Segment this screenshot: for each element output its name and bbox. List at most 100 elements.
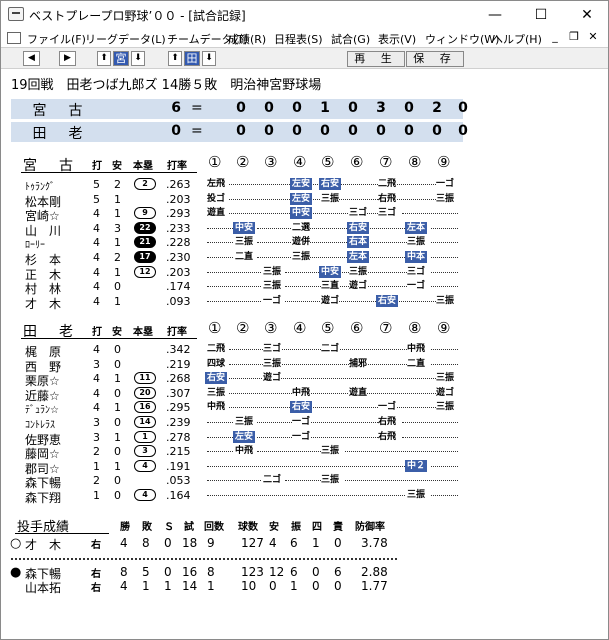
pitching-so: 1: [290, 579, 298, 593]
mdi-minimize-button[interactable]: _: [548, 30, 562, 43]
at-bats: 4: [93, 372, 100, 386]
inning-score: 0: [320, 123, 330, 139]
at-bat-result: 二飛: [378, 178, 397, 190]
inning-score: 0: [236, 100, 246, 116]
at-bat-result: 三振: [263, 357, 282, 370]
batter-row[interactable]: 郡司☆ 1 1 4.191 中２: [1, 459, 608, 476]
at-bat-result: 中飛: [407, 343, 426, 355]
minimize-button[interactable]: —: [473, 2, 517, 28]
title-bar[interactable]: ベストプレープロ野球’００ - [試合記録] — ☐ ✕: [1, 1, 608, 29]
at-bat-result: 左安: [290, 192, 313, 205]
batter-row[interactable]: 森下翔 1 0 4 .164 三振: [1, 489, 608, 505]
menu-stats[interactable]: 成績(R): [228, 31, 266, 47]
at-bat-result: 中本: [405, 251, 428, 263]
menu-view[interactable]: 表示(V): [378, 31, 416, 47]
at-bat-result: 三振: [349, 265, 368, 278]
batter-row[interactable]: 山 川 4 3 22.233 中安 二選 右安 左本: [1, 221, 608, 238]
batter-row[interactable]: 藤岡☆ 2 0 3.215 中飛 三振: [1, 445, 608, 461]
replay-button[interactable]: 再 生: [347, 51, 405, 67]
at-bat-result: 三ゴ: [407, 265, 426, 278]
batter-row[interactable]: 栗原☆ 4 1 11.268 右安 遊ゴ 三振: [1, 372, 608, 388]
menu-game[interactable]: 試合(G): [331, 31, 370, 47]
connector-dots: [257, 436, 378, 438]
at-bats: 4: [93, 251, 100, 264]
team2-down-button[interactable]: ⬇: [202, 51, 216, 66]
trailing-dots: [431, 286, 458, 288]
close-button[interactable]: ✕: [565, 2, 609, 28]
batting-average: .293: [166, 207, 191, 221]
hits: 0: [114, 386, 121, 400]
pitching-w: 8: [120, 565, 128, 579]
batter-row[interactable]: 宮崎☆ 4 1 9.293 遊直 中安 三ゴ 三ゴ: [1, 207, 608, 223]
inning-header-5: ⑤: [321, 319, 335, 337]
batter-row[interactable]: 杉 本 4 2 17.230 二直 三振 左本 中本: [1, 251, 608, 267]
pitching-col-4: 試: [184, 522, 194, 533]
hits: 1: [114, 294, 121, 308]
next-game-button[interactable]: ▶: [59, 51, 76, 66]
batter-row[interactable]: ﾃﾞｭﾗﾝ☆ 4 1 16 .295 中飛 右安 一ゴ 三振: [1, 401, 608, 416]
at-bat-result: 三振: [263, 265, 282, 278]
window-title: ベストプレープロ野球’００ - [試合記録]: [29, 9, 246, 23]
trailing-dots: [431, 495, 458, 496]
homerun-count: 3: [134, 445, 156, 458]
hits: 2: [114, 178, 121, 191]
batter-row[interactable]: 森下暢 2 0.053 二ゴ 三振: [1, 474, 608, 490]
team1-toggle[interactable]: 宮: [113, 51, 129, 66]
menu-file[interactable]: ファイル(F): [27, 31, 86, 47]
batter-row[interactable]: 正 木 4 1 12.203 三振 中安 三振 三ゴ: [1, 265, 608, 282]
pitcher-row[interactable]: 山本拓右 4 1 1 14 1 10 0 1 0 0 1.77: [1, 579, 608, 595]
inning-header-7: ⑦: [379, 153, 393, 171]
pitching-bb: 1: [312, 536, 320, 550]
col-avg: 打率: [167, 327, 187, 338]
batter-row[interactable]: 佐野恵 3 1 1.278 左安 一ゴ 右飛: [1, 430, 608, 447]
inning-score: 0: [458, 123, 468, 139]
menu-help[interactable]: ヘルプ(H): [492, 31, 542, 47]
batter-name: 才 木: [25, 296, 62, 311]
at-bat-result: 二ゴ: [263, 474, 282, 487]
batter-row[interactable]: ｺﾝﾄﾚﾗｽ 3 0 14 .239 三振 一ゴ 右飛: [1, 416, 608, 431]
mdi-close-button[interactable]: ✕: [586, 30, 600, 43]
batter-row[interactable]: ﾄｩﾗﾝｸﾞ 5 2 2 .263 左飛 左安 右安 二飛 一ゴ: [1, 178, 608, 193]
connector-dots: [257, 451, 321, 453]
batter-row[interactable]: ﾛｰﾘｰ 4 1 21 .228 三振 遊併 右本 三振: [1, 236, 608, 251]
batter-row[interactable]: 村 林 4 0.174 三振 三直 遊ゴ 一ゴ: [1, 280, 608, 296]
trailing-dots: [345, 480, 458, 482]
batter-row[interactable]: 近藤☆ 4 0 20.307 三振 中飛 遊直 遊ゴ: [1, 386, 608, 403]
maximize-button[interactable]: ☐: [519, 2, 563, 28]
menu-window[interactable]: ウィンドウ(W): [425, 31, 499, 47]
menu-schedule[interactable]: 日程表(S): [274, 31, 323, 47]
mdi-doc-icon[interactable]: [7, 32, 21, 44]
batting-average: .203: [166, 192, 191, 206]
mdi-restore-button[interactable]: ❐: [567, 30, 581, 43]
connector-dots: [285, 286, 407, 288]
leading-dots: [207, 271, 261, 273]
at-bat-result: 右安: [205, 372, 228, 385]
save-button[interactable]: 保 存: [406, 51, 464, 67]
inning-score: 0: [292, 123, 302, 139]
leading-dots: [207, 436, 233, 438]
trailing-dots: [402, 213, 458, 215]
pitching-col-11: 防御率: [355, 522, 385, 533]
homerun-count: 4: [134, 459, 156, 472]
leading-dots: [207, 227, 233, 229]
pitcher-row[interactable]: ○ 才 木右 4 8 0 18 9 127 4 6 1 0 3.78: [1, 536, 608, 552]
menu-league-data[interactable]: リーグデータ(L): [85, 31, 166, 47]
at-bat-result: 三振: [235, 236, 254, 249]
team1-down-button[interactable]: ⬇: [131, 51, 145, 66]
pitcher-row[interactable]: ● 森下暢右 8 5 0 16 8 123 12 6 0 6 2.88: [1, 565, 608, 581]
batter-row[interactable]: 西 野 3 0.219 四球 三振 捕邪 二直: [1, 357, 608, 374]
batter-row[interactable]: 梶 原 4 0.342 二飛 三ゴ 二ゴ 中飛: [1, 343, 608, 359]
team2-up-button[interactable]: ⬆: [168, 51, 182, 66]
batter-row[interactable]: 松本剛 5 1.203 投ゴ 左安 三振 右飛 三振: [1, 192, 608, 209]
batter-row[interactable]: 才 木 4 1 .093 一ゴ 遊ゴ 右安 三振: [1, 294, 608, 311]
app-icon[interactable]: [8, 7, 24, 21]
trailing-dots: [402, 422, 458, 423]
prev-game-button[interactable]: ◀: [23, 51, 40, 66]
inning-header-9: ⑨: [437, 319, 451, 337]
pitching-era: 2.88: [361, 565, 388, 579]
hits: 1: [114, 401, 121, 415]
homerun-count: 2: [134, 178, 156, 190]
team1-up-button[interactable]: ⬆: [97, 51, 111, 66]
team2-toggle[interactable]: 田: [184, 51, 200, 66]
at-bat-result: 二直: [407, 357, 426, 370]
